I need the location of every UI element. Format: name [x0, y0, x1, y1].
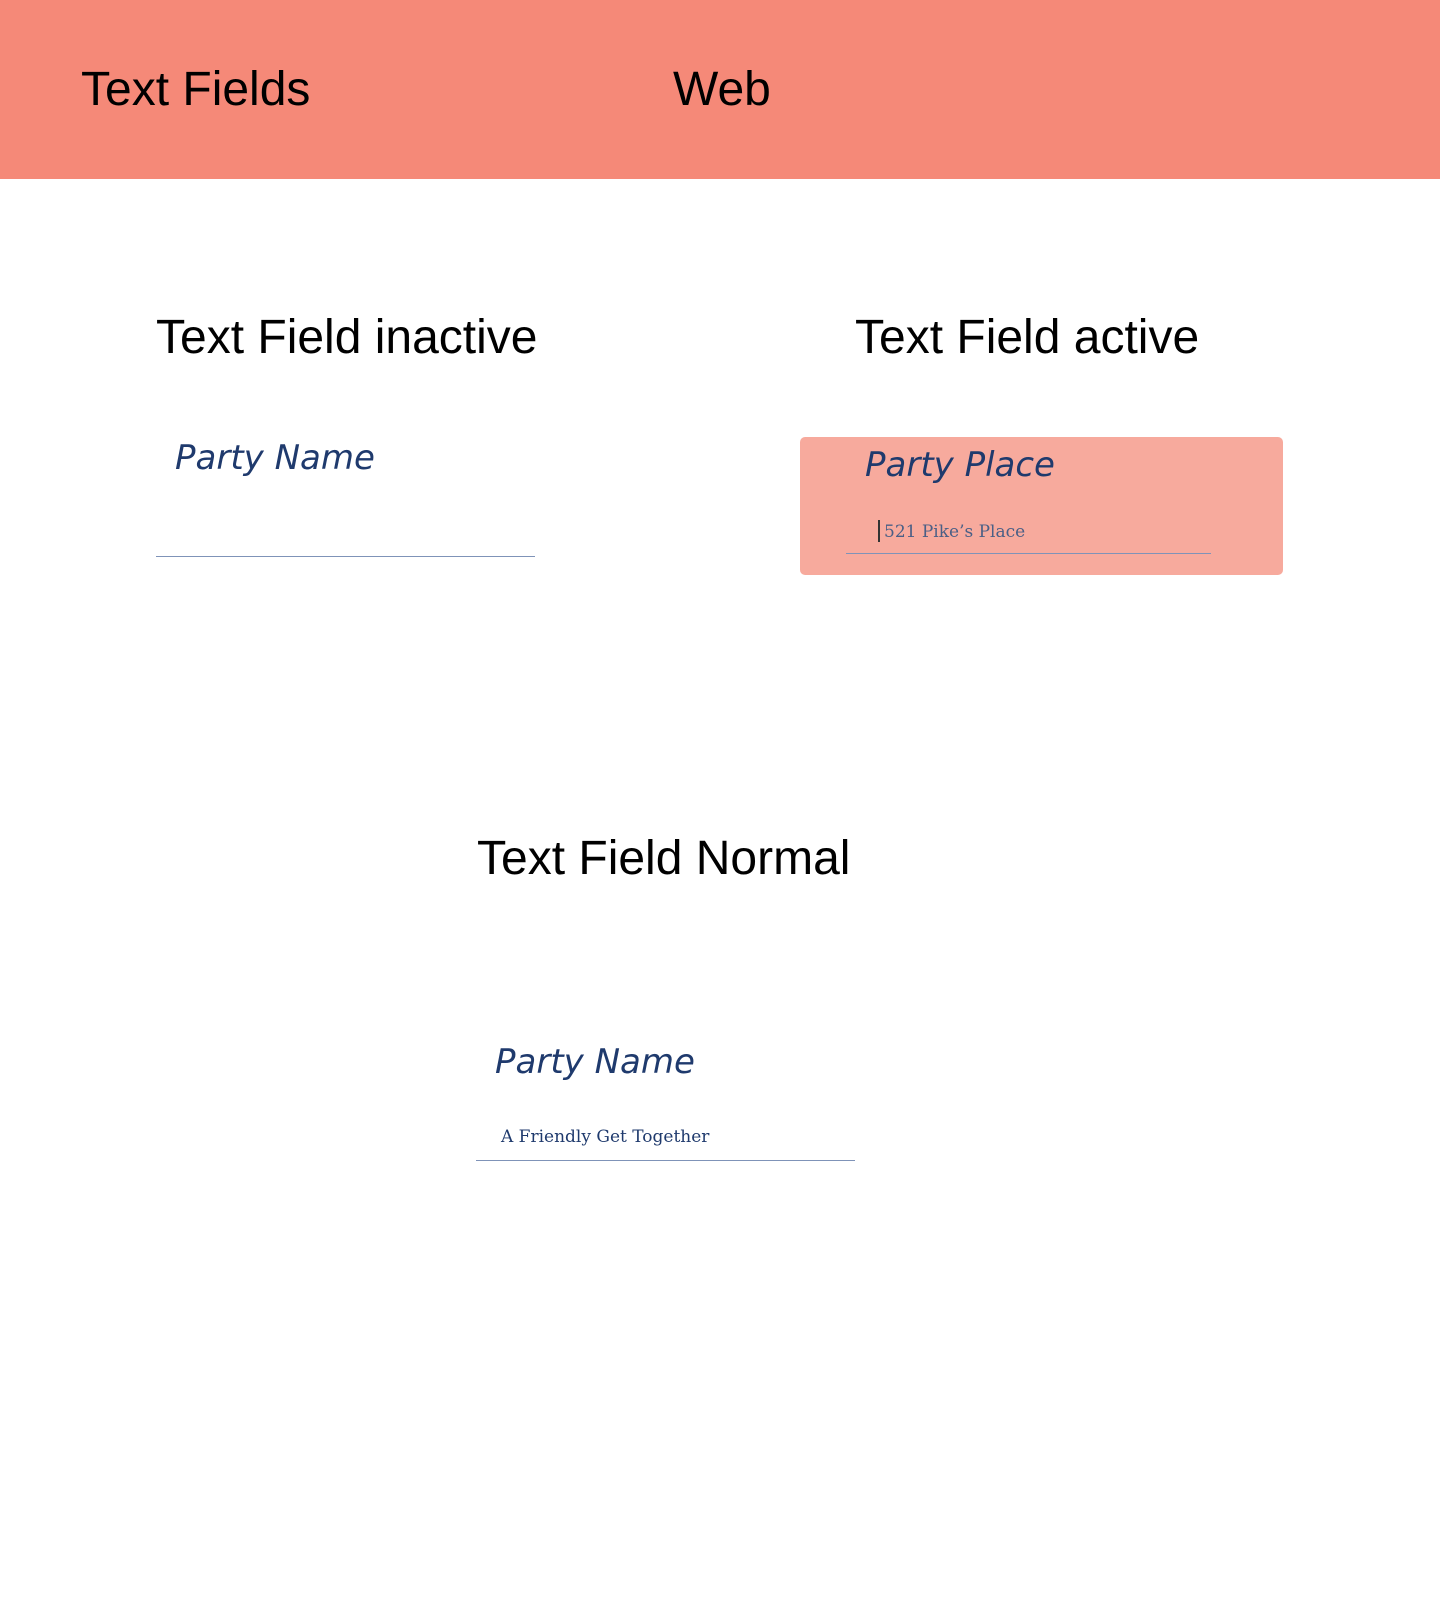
- text-cursor: [878, 520, 880, 542]
- field-label-party-name-normal: Party Name: [495, 1042, 695, 1082]
- field-label-party-place: Party Place: [865, 445, 1055, 485]
- field-input-party-name-filled[interactable]: A Friendly Get Together: [501, 1126, 709, 1148]
- header-bar: Text Fields Web: [0, 0, 1440, 179]
- field-underline-inactive: [156, 556, 535, 557]
- section-heading-inactive: Text Field inactive: [156, 311, 538, 364]
- page-title: Text Fields: [81, 63, 311, 116]
- platform-label: Web: [673, 63, 771, 116]
- field-input-party-place[interactable]: 521 Pike’s Place: [884, 521, 1025, 543]
- section-heading-normal: Text Field Normal: [477, 832, 851, 885]
- field-underline-normal: [476, 1160, 855, 1161]
- section-heading-active: Text Field active: [855, 311, 1200, 364]
- field-underline-active: [846, 553, 1211, 554]
- field-label-party-name: Party Name: [175, 438, 375, 478]
